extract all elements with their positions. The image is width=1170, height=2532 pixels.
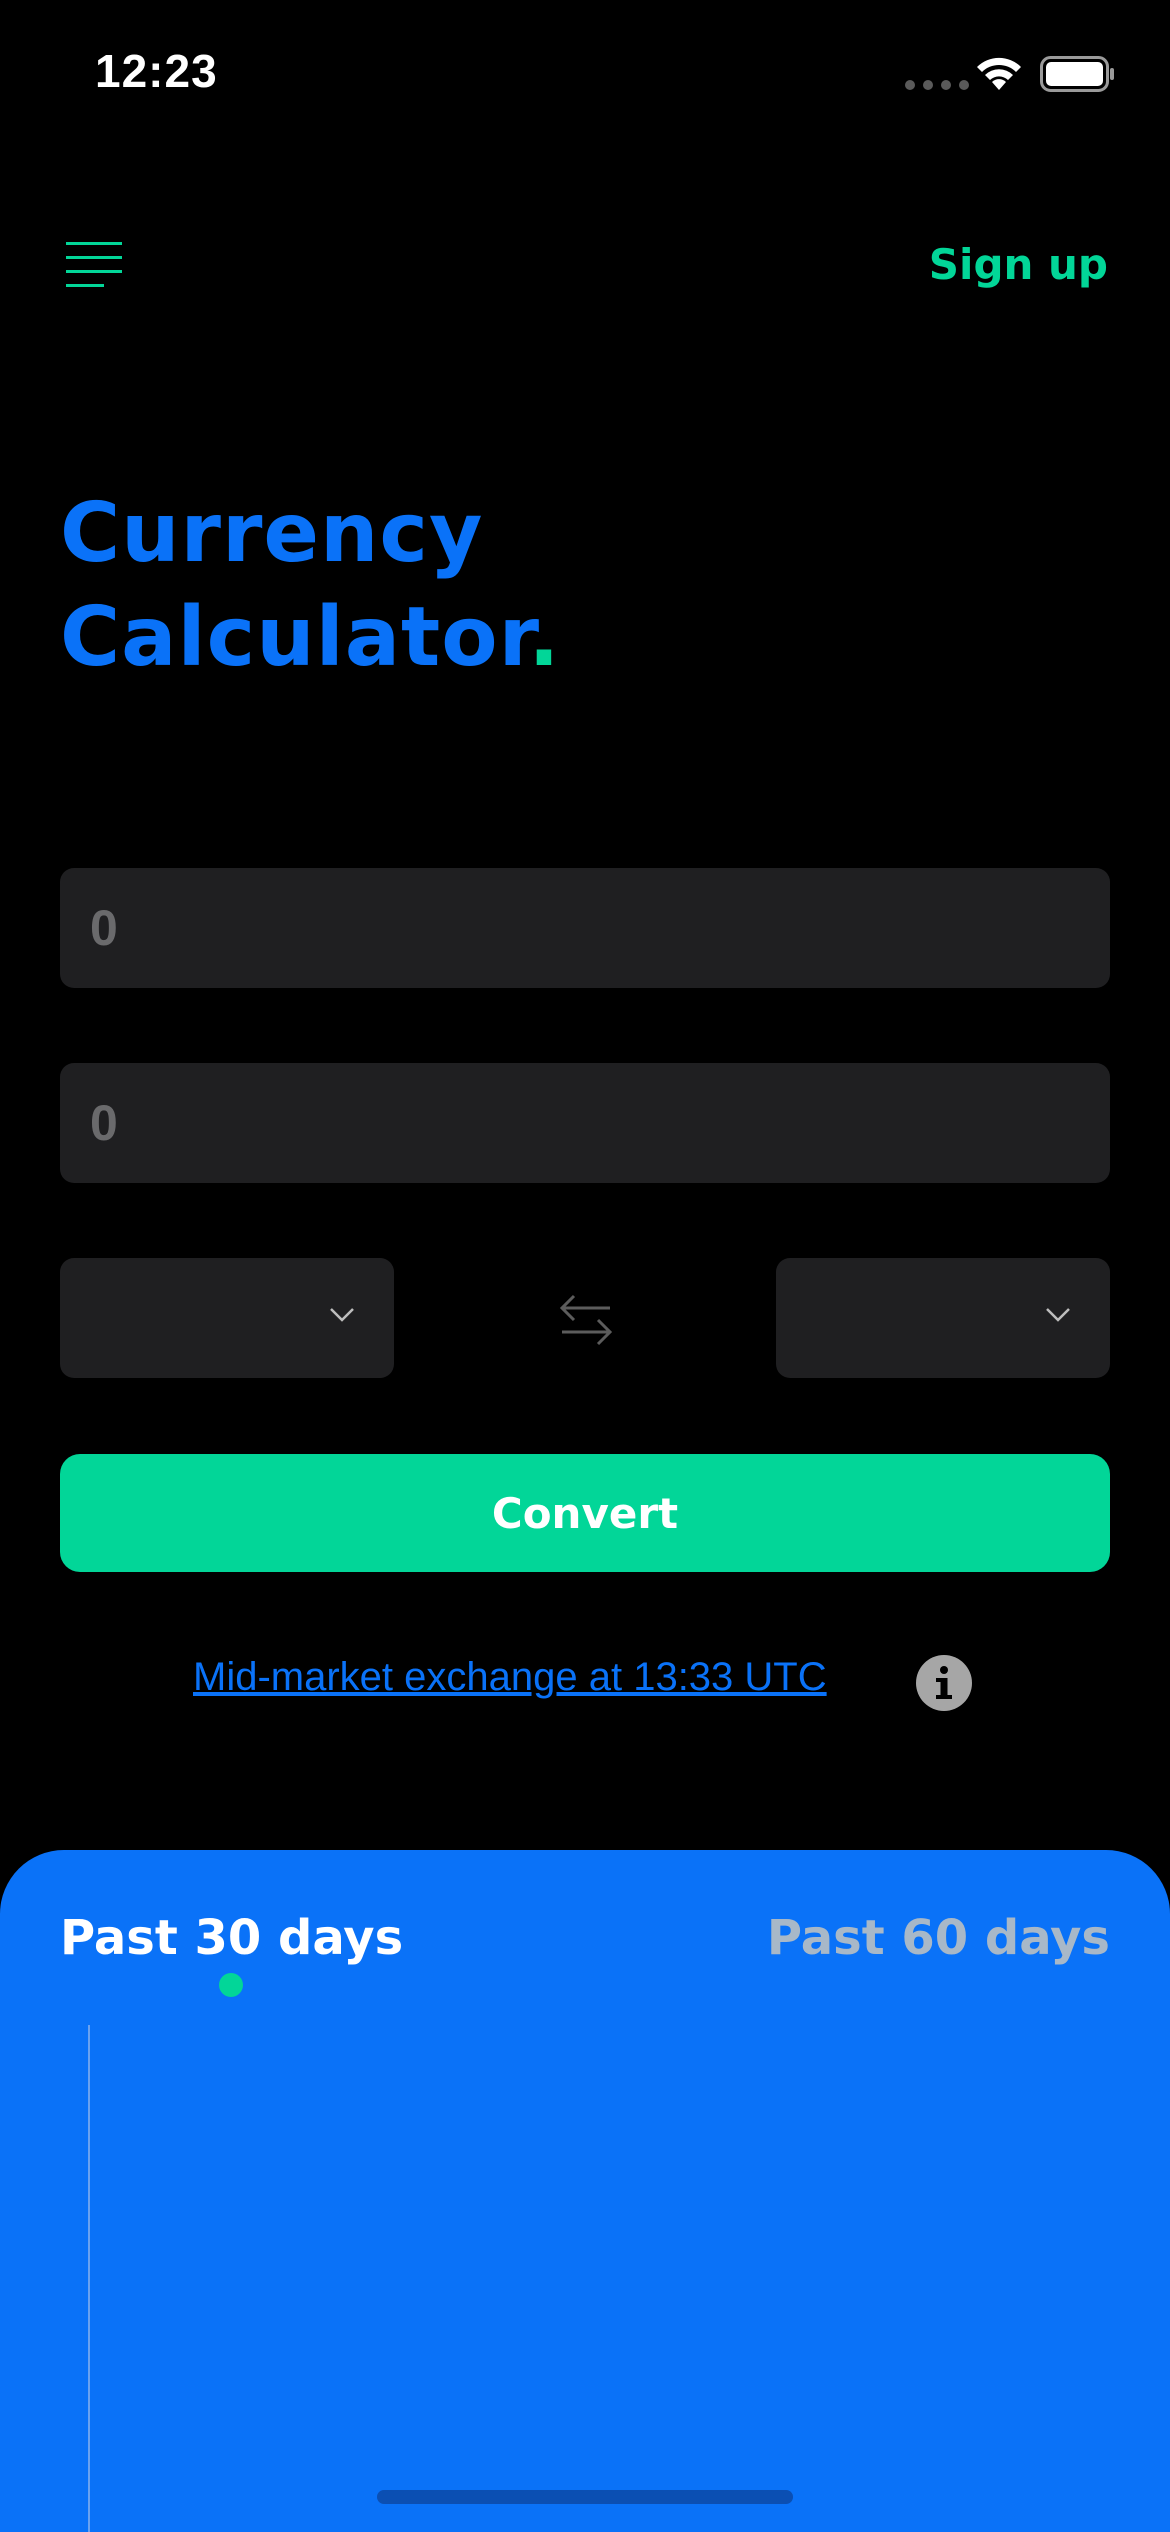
history-chart-panel: Past 30 days Past 60 days — [0, 1850, 1170, 2532]
to-currency-select[interactable] — [776, 1258, 1110, 1378]
sign-up-link[interactable]: Sign up — [929, 240, 1108, 289]
from-currency-select[interactable] — [60, 1258, 394, 1378]
swap-currencies-icon[interactable] — [556, 1290, 616, 1350]
wifi-icon — [977, 57, 1021, 90]
tab-past-60-days[interactable]: Past 60 days — [767, 1910, 1110, 1966]
amount-to-input[interactable] — [60, 1063, 1110, 1183]
amount-from-input[interactable] — [60, 868, 1110, 988]
status-time: 12:23 — [95, 45, 218, 97]
title-line-2-text: Calculator — [60, 590, 529, 685]
title-line-2: Calculator. — [60, 586, 560, 690]
chart-y-axis — [88, 2025, 90, 2532]
home-indicator — [377, 2490, 793, 2504]
tab-past-30-days[interactable]: Past 30 days — [60, 1910, 403, 1966]
info-icon[interactable] — [916, 1655, 972, 1711]
battery-icon — [1040, 56, 1114, 92]
currency-calculator-screen: 12:23 Sign up Currency Calculator. 0 0 C… — [0, 0, 1170, 2532]
convert-button[interactable]: Convert — [60, 1454, 1110, 1572]
status-bar: 12:23 — [0, 0, 1170, 140]
title-accent-dot: . — [528, 590, 561, 685]
title-line-1: Currency — [60, 486, 484, 581]
mid-market-rate-link[interactable]: Mid-market exchange at 13:33 UTC — [193, 1655, 827, 1700]
hamburger-menu-icon[interactable] — [62, 238, 126, 296]
cellular-signal-icon — [905, 80, 969, 90]
page-title: Currency Calculator. — [60, 482, 560, 690]
chevron-down-icon — [1046, 1308, 1070, 1322]
chevron-down-icon — [330, 1308, 354, 1322]
active-tab-indicator — [219, 1973, 243, 1997]
